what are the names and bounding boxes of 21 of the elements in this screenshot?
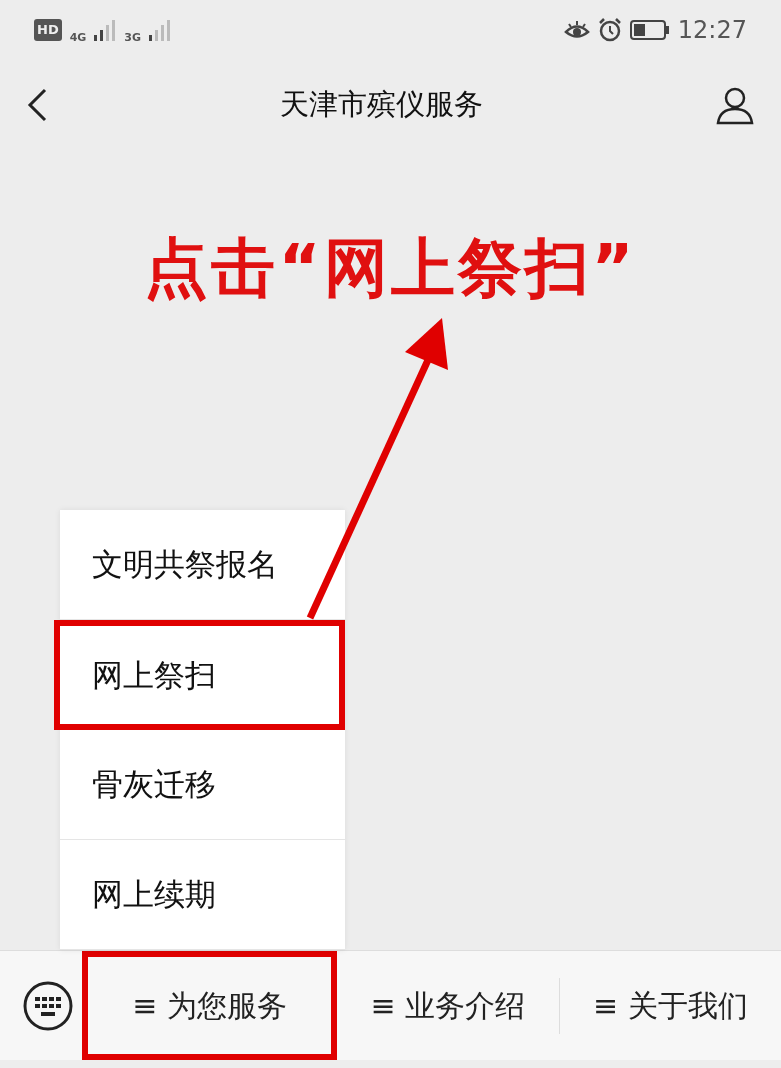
eye-icon (563, 19, 590, 41)
clock-time: 12:27 (677, 15, 747, 46)
network-type: 3G (124, 29, 142, 46)
menu-tab[interactable]: ≡ 关于我们 (559, 951, 781, 1060)
annotation-text: 点击“网上祭扫” (144, 231, 637, 305)
menu-item[interactable]: 文明共祭报名 (60, 510, 345, 620)
network-type: 4G (69, 29, 87, 46)
hd-indicator: HD (34, 19, 62, 41)
person-icon[interactable] (715, 85, 755, 125)
back-icon[interactable] (26, 88, 48, 122)
menu-tab[interactable]: ≡ 为您服务 (82, 951, 337, 1060)
signal-icon (149, 19, 172, 41)
battery-icon (629, 19, 670, 41)
menu-item[interactable]: 网上续期 (60, 840, 345, 950)
menu-item[interactable]: 网上祭扫 (54, 620, 345, 730)
menu-item[interactable]: 骨灰迁移 (60, 730, 345, 840)
page-title: 天津市殡仪服务 (280, 86, 483, 124)
keyboard-icon[interactable] (22, 979, 74, 1032)
alarm-icon (597, 18, 622, 42)
signal-icon (94, 19, 117, 41)
menu-tab[interactable]: ≡ 业务介绍 (337, 951, 559, 1060)
